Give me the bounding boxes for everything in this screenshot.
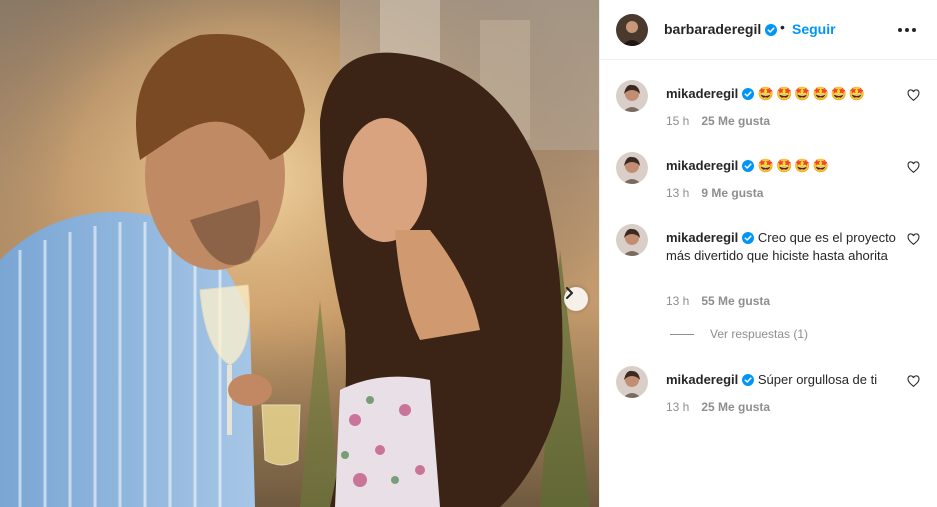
comment-text: 🤩🤩🤩🤩🤩🤩 [757, 86, 868, 101]
next-photo-button[interactable] [564, 287, 588, 311]
comment-likes[interactable]: 55 Me gusta [701, 294, 770, 308]
chevron-right-icon [566, 287, 573, 299]
comment-time[interactable]: 15 h [666, 114, 689, 128]
verified-badge-icon [765, 24, 778, 36]
commenter-username[interactable]: mikaderegil [666, 372, 738, 387]
author-username[interactable]: barbaraderegil [664, 21, 778, 37]
photo-illustration [0, 0, 599, 507]
author-avatar[interactable] [616, 14, 648, 46]
comments-panel: barbaraderegil • Seguir mikaderegil 🤩🤩🤩🤩… [599, 0, 937, 507]
replies-divider-line [670, 334, 694, 336]
comment-time[interactable]: 13 h [666, 186, 689, 200]
comment-likes[interactable]: 9 Me gusta [701, 186, 763, 200]
commenter-username[interactable]: mikaderegil [666, 86, 738, 101]
post-header: barbaraderegil • Seguir [600, 0, 937, 60]
comment-meta: 13 h 25 Me gusta [666, 400, 770, 414]
heart-icon[interactable] [907, 233, 920, 246]
heart-icon[interactable] [907, 375, 920, 388]
comment-time[interactable]: 13 h [666, 400, 689, 414]
comment-text: Súper orgullosa de ti [757, 372, 878, 387]
verified-badge-icon [742, 374, 755, 386]
comment-time[interactable]: 13 h [666, 294, 689, 308]
verified-badge-icon [742, 160, 755, 172]
comment-text-block: mikaderegil Súper orgullosa de ti [666, 371, 901, 389]
verified-badge-icon [742, 232, 755, 244]
commenter-avatar[interactable] [616, 224, 648, 256]
commenter-avatar-image [616, 224, 648, 256]
author-username-text[interactable]: barbaraderegil [664, 21, 761, 37]
commenter-avatar[interactable] [616, 80, 648, 112]
more-options-icon[interactable] [897, 22, 917, 38]
commenter-avatar-image [616, 80, 648, 112]
heart-icon[interactable] [907, 89, 920, 102]
comment-likes[interactable]: 25 Me gusta [701, 400, 770, 414]
comment-text-block: mikaderegil 🤩🤩🤩🤩🤩🤩 [666, 85, 901, 103]
post-photo[interactable] [0, 0, 599, 507]
comment-likes[interactable]: 25 Me gusta [701, 114, 770, 128]
comment-text-block: mikaderegil Creo que es el proyecto más … [666, 229, 901, 265]
comment-meta: 13 h 9 Me gusta [666, 186, 763, 200]
view-replies-label[interactable]: Ver respuestas (1) [710, 327, 808, 341]
comment-meta: 13 h 55 Me gusta [666, 294, 770, 308]
commenter-username[interactable]: mikaderegil [666, 230, 738, 245]
comment-text: 🤩🤩🤩🤩 [757, 158, 831, 173]
view-replies-button[interactable]: Ver respuestas (1) [670, 327, 808, 341]
comment-meta: 15 h 25 Me gusta [666, 114, 770, 128]
commenter-avatar-image [616, 152, 648, 184]
header-separator: • [780, 19, 785, 35]
commenter-avatar[interactable] [616, 152, 648, 184]
follow-button[interactable]: Seguir [792, 21, 836, 37]
verified-badge-icon [742, 88, 755, 100]
commenter-username[interactable]: mikaderegil [666, 158, 738, 173]
heart-icon[interactable] [907, 161, 920, 174]
commenter-avatar-image [616, 366, 648, 398]
author-avatar-image [616, 14, 648, 46]
commenter-avatar[interactable] [616, 366, 648, 398]
comment-text-block: mikaderegil 🤩🤩🤩🤩 [666, 157, 901, 175]
